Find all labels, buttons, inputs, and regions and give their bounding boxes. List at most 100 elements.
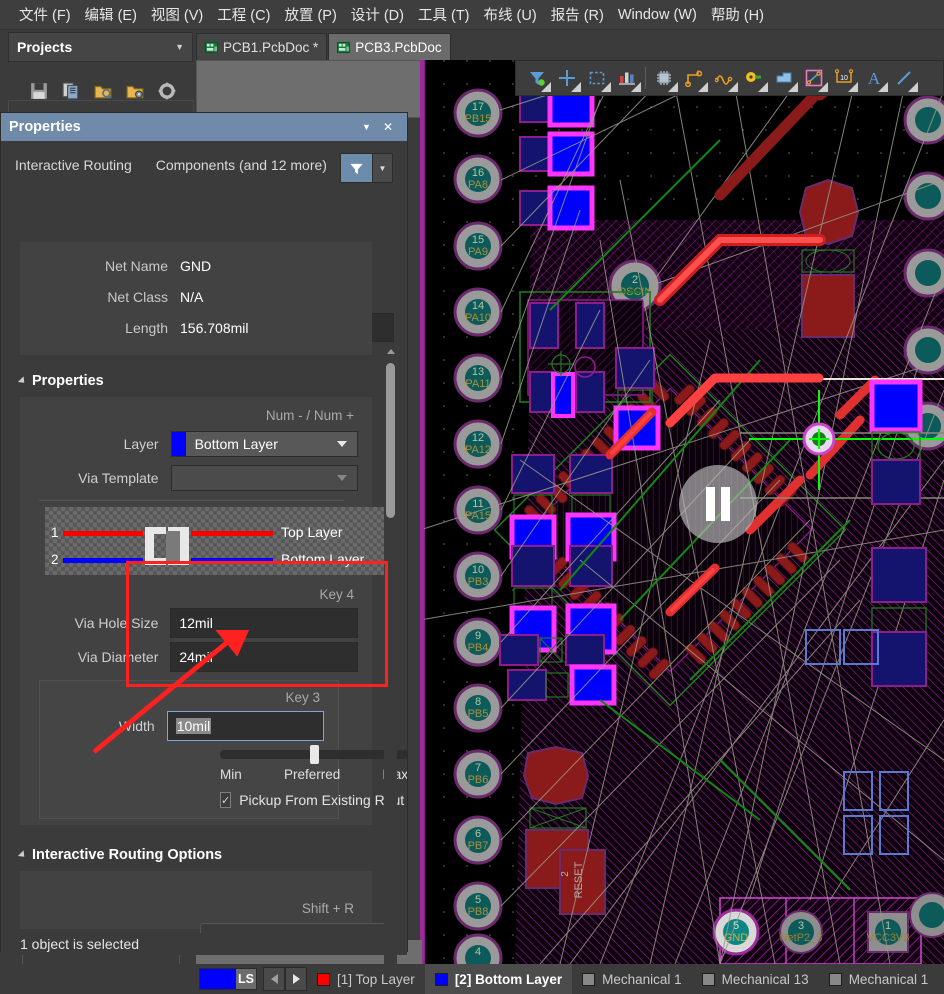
pad-group: 8PB5 [453,683,503,733]
length-label: Length [125,319,168,336]
doc-tab-pcb3[interactable]: PCB3.PcbDoc [328,33,451,60]
menu-route[interactable]: 布线 (U) [477,1,544,28]
pad-group: 17PB15 [453,88,503,138]
svg-text:13: 13 [472,366,484,378]
wave-route-icon[interactable] [709,63,739,93]
chip-component-icon[interactable] [649,63,679,93]
svg-text:10: 10 [840,75,848,82]
pickup-checkbox[interactable]: ✓ [220,792,232,808]
chevron-down-icon[interactable]: ▼ [373,153,393,183]
hint-key3: Key 3 [285,690,320,705]
folder-settings-icon[interactable] [126,82,144,100]
via-hole-size-input[interactable]: 12mil [170,608,358,638]
chevron-down-icon[interactable]: ▼ [356,122,377,132]
dimension-line-icon[interactable] [799,63,829,93]
properties-scrollbar[interactable] [384,345,397,994]
layer-color-swatch [828,972,842,986]
menu-edit[interactable]: 编辑 (E) [78,1,144,28]
scrollbar-thumb[interactable] [386,363,395,518]
menu-reports[interactable]: 报告 (R) [544,1,611,28]
route-trace-icon[interactable] [679,63,709,93]
layer-tab-label: [1] Top Layer [337,971,415,987]
doc-tab-pcb1[interactable]: PCB1.PcbDoc * [196,33,328,60]
svg-text:PA9: PA9 [468,246,488,258]
layer-tab-mechanical-1[interactable]: Mechanical 1 [572,964,692,994]
scroll-up-icon[interactable] [384,345,397,357]
svg-text:11: 11 [472,498,483,510]
width-input[interactable]: 10mil [166,711,324,741]
properties-card: Num - / Num + Layer Bottom Layer Via Tem… [20,397,407,825]
crosshair-place-icon[interactable] [552,63,582,93]
properties-panel: Properties ▼ ✕ Interactive Routing Compo… [0,112,408,994]
chevron-down-icon [337,441,347,447]
layer-tab-label: Mechanical 13 [721,971,809,987]
status-bar-left [0,964,196,994]
net-name-row: Net Name GND [20,250,358,281]
svg-text:9: 9 [475,630,481,642]
layer-tab-top[interactable]: [1] Top Layer [307,964,425,994]
via-template-combobox[interactable] [170,465,358,491]
layer-tab-mechanical-13[interactable]: Mechanical 13 [692,964,819,994]
properties-title: Properties [9,119,81,135]
polygon-pour-icon[interactable] [769,63,799,93]
width-slider[interactable] [220,743,407,765]
chevron-right-icon[interactable] [285,967,307,991]
slider-thumb[interactable] [310,745,319,764]
chevron-left-icon[interactable] [263,967,285,991]
svg-text:15: 15 [472,234,484,246]
toolbar-separator [645,67,646,89]
collapse-arrow-icon [17,850,28,860]
layer-tab-mechanical-overflow[interactable]: Mechanical 1 [819,964,939,994]
projects-toolbar [10,72,194,110]
menu-tools[interactable]: 工具 (T) [411,1,477,28]
tab-interactive-routing[interactable]: Interactive Routing [15,157,132,173]
via-hole-size-label: Via Hole Size [74,615,159,631]
text-a-icon[interactable]: A [859,63,889,93]
svg-text:PB8: PB8 [468,906,489,918]
pickup-checkbox-row[interactable]: ✓ Pickup From Existing Rout [220,782,404,808]
open-folder-search-icon[interactable] [94,82,112,100]
pause-overlay-icon [679,465,757,543]
via-diameter-input[interactable]: 24mil [170,642,358,672]
menu-help[interactable]: 帮助 (H) [704,1,771,28]
stack-bar-top-left [63,531,143,536]
chevron-down-icon[interactable]: ▼ [175,42,184,52]
documents-icon[interactable] [62,82,80,100]
projects-title: Projects [17,39,73,55]
svg-text:VCC3V3: VCC3V3 [867,932,910,944]
save-icon[interactable] [30,82,48,100]
ruler-10-icon[interactable]: 10 [829,63,859,93]
projects-panel-header[interactable]: Projects ▼ [8,32,193,62]
svg-text:2: 2 [632,274,638,286]
pad-group: 14PA10 [453,287,503,337]
close-icon[interactable]: ✕ [377,120,399,134]
gear-icon[interactable] [158,82,176,100]
funnel-icon[interactable] [340,153,373,183]
via-pad-icon[interactable] [739,63,769,93]
properties-scroll-area: Net Name GND Net Class N/A Length 156.70… [1,235,407,951]
menu-file[interactable]: 文件 (F) [12,1,78,28]
menu-place[interactable]: 放置 (P) [277,1,343,28]
svg-text:5: 5 [475,894,481,906]
svg-text:PB4: PB4 [468,642,489,654]
layer-color-swatch [701,972,715,986]
layer-tab-bottom[interactable]: [2] Bottom Layer [424,964,573,994]
section-properties-header[interactable]: Properties [17,373,391,389]
layer-combobox[interactable]: Bottom Layer [170,431,358,457]
menu-project[interactable]: 工程 (C) [210,1,277,28]
tab-components[interactable]: Components (and 12 more) [156,157,327,173]
menu-design[interactable]: 设计 (D) [344,1,411,28]
pcb-canvas[interactable]: 17 PB15 16 PA8 15 PA9 14 PA10 13 PA11 12… [420,60,944,964]
stack-num-2: 2 [51,552,59,567]
line-icon[interactable] [889,63,919,93]
layer-color-swatch [582,972,596,986]
marquee-select-icon[interactable] [582,63,612,93]
bar-chart-icon[interactable] [612,63,642,93]
svg-text:4: 4 [475,946,481,958]
layer-set-button[interactable]: LS [199,968,257,990]
pad-group [903,171,944,221]
section-routing-options-header[interactable]: Interactive Routing Options [17,847,391,863]
filter-select-icon[interactable] [522,63,552,93]
menu-window[interactable]: Window (W) [611,4,704,26]
menu-view[interactable]: 视图 (V) [144,1,210,28]
